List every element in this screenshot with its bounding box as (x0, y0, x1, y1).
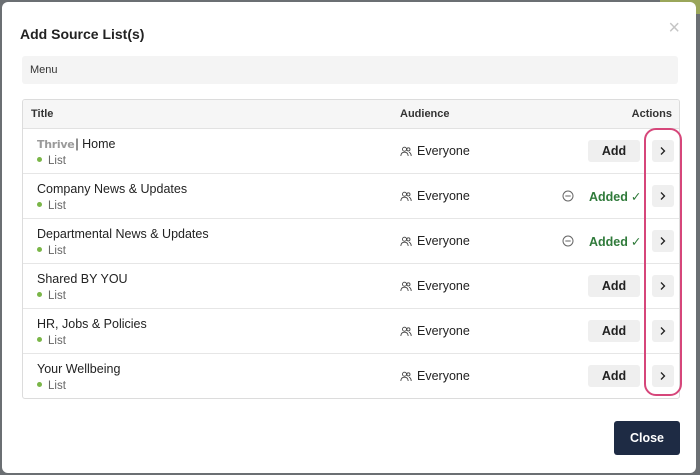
minus-circle-icon[interactable] (562, 190, 574, 202)
list-type-label: List (48, 335, 66, 347)
add-button[interactable]: Add (588, 275, 640, 297)
list-dot-icon (37, 157, 42, 163)
open-list-button[interactable] (652, 365, 674, 387)
added-label: Added (589, 190, 628, 204)
source-list-table: Title Audience Actions Thrive| Home List… (22, 99, 680, 399)
chevron-right-icon (660, 327, 666, 335)
table-row: Your Wellbeing List Everyone Add (23, 354, 679, 398)
list-name: Thrive| Home (37, 137, 115, 151)
people-icon (400, 326, 412, 336)
chevron-right-icon (660, 192, 666, 200)
people-icon (400, 236, 412, 246)
add-button[interactable]: Add (588, 320, 640, 342)
chevron-right-icon (660, 147, 666, 155)
people-icon (400, 191, 412, 201)
modal-title: Add Source List(s) (20, 26, 145, 42)
check-icon: ✓ (630, 190, 642, 204)
table-row: HR, Jobs & Policies List Everyone Add (23, 309, 679, 354)
minus-circle-icon[interactable] (562, 235, 574, 247)
added-status: Added ✓ (589, 189, 641, 204)
list-type-label: List (48, 290, 66, 302)
list-type: List (37, 200, 66, 212)
audience-cell: Everyone (400, 189, 470, 203)
list-dot-icon (37, 337, 42, 343)
table-row: Shared BY YOU List Everyone Add (23, 264, 679, 309)
chevron-right-icon (660, 237, 666, 245)
open-list-button[interactable] (652, 275, 674, 297)
list-type-label: List (48, 380, 66, 392)
people-icon (400, 146, 412, 156)
list-type: List (37, 245, 66, 257)
audience-label: Everyone (417, 144, 470, 158)
list-type: List (37, 380, 66, 392)
list-type-label: List (48, 245, 66, 257)
list-name: Shared BY YOU (37, 272, 128, 286)
audience-cell: Everyone (400, 144, 470, 158)
audience-cell: Everyone (400, 279, 470, 293)
list-dot-icon (37, 382, 42, 388)
list-dot-icon (37, 202, 42, 208)
close-button[interactable]: Close (614, 421, 680, 455)
audience-cell: Everyone (400, 234, 470, 248)
open-list-button[interactable] (652, 185, 674, 207)
audience-label: Everyone (417, 279, 470, 293)
audience-label: Everyone (417, 324, 470, 338)
menu-bar: Menu (22, 56, 678, 84)
list-type: List (37, 155, 66, 167)
list-type-label: List (48, 155, 66, 167)
chevron-right-icon (660, 372, 666, 380)
list-type: List (37, 290, 66, 302)
add-button[interactable]: Add (588, 140, 640, 162)
open-list-button[interactable] (652, 140, 674, 162)
list-name: Company News & Updates (37, 182, 187, 196)
list-type: List (37, 335, 66, 347)
people-icon (400, 281, 412, 291)
thrive-logo: Thrive (37, 138, 75, 151)
table-row: Thrive| Home List Everyone Add (23, 129, 679, 174)
list-name: HR, Jobs & Policies (37, 317, 147, 331)
list-name-text: Your Wellbeing (37, 362, 121, 376)
audience-cell: Everyone (400, 369, 470, 383)
list-name-text: HR, Jobs & Policies (37, 317, 147, 331)
table-row: Departmental News & Updates List Everyon… (23, 219, 679, 264)
chevron-right-icon (660, 282, 666, 290)
list-name-text: | Home (75, 137, 116, 151)
list-type-label: List (48, 200, 66, 212)
list-name: Departmental News & Updates (37, 227, 209, 241)
list-dot-icon (37, 292, 42, 298)
header-actions: Actions (631, 108, 672, 120)
add-source-list-modal: Add Source List(s) × Menu Title Audience… (2, 2, 696, 473)
add-button[interactable]: Add (588, 365, 640, 387)
close-icon[interactable]: × (668, 18, 680, 38)
check-icon: ✓ (630, 235, 642, 249)
table-row: Company News & Updates List Everyone Add… (23, 174, 679, 219)
added-label: Added (589, 235, 628, 249)
list-name-text: Departmental News & Updates (37, 227, 209, 241)
list-name-text: Company News & Updates (37, 182, 188, 196)
audience-cell: Everyone (400, 324, 470, 338)
table-header: Title Audience Actions (23, 100, 679, 129)
list-name-text: Shared BY YOU (37, 272, 128, 286)
list-dot-icon (37, 247, 42, 253)
added-status: Added ✓ (589, 234, 641, 249)
table-body: Thrive| Home List Everyone Add Company N… (23, 129, 679, 398)
audience-label: Everyone (417, 189, 470, 203)
list-name: Your Wellbeing (37, 362, 120, 376)
audience-label: Everyone (417, 369, 470, 383)
open-list-button[interactable] (652, 320, 674, 342)
open-list-button[interactable] (652, 230, 674, 252)
people-icon (400, 371, 412, 381)
header-audience: Audience (400, 108, 450, 120)
audience-label: Everyone (417, 234, 470, 248)
header-title: Title (31, 108, 54, 120)
